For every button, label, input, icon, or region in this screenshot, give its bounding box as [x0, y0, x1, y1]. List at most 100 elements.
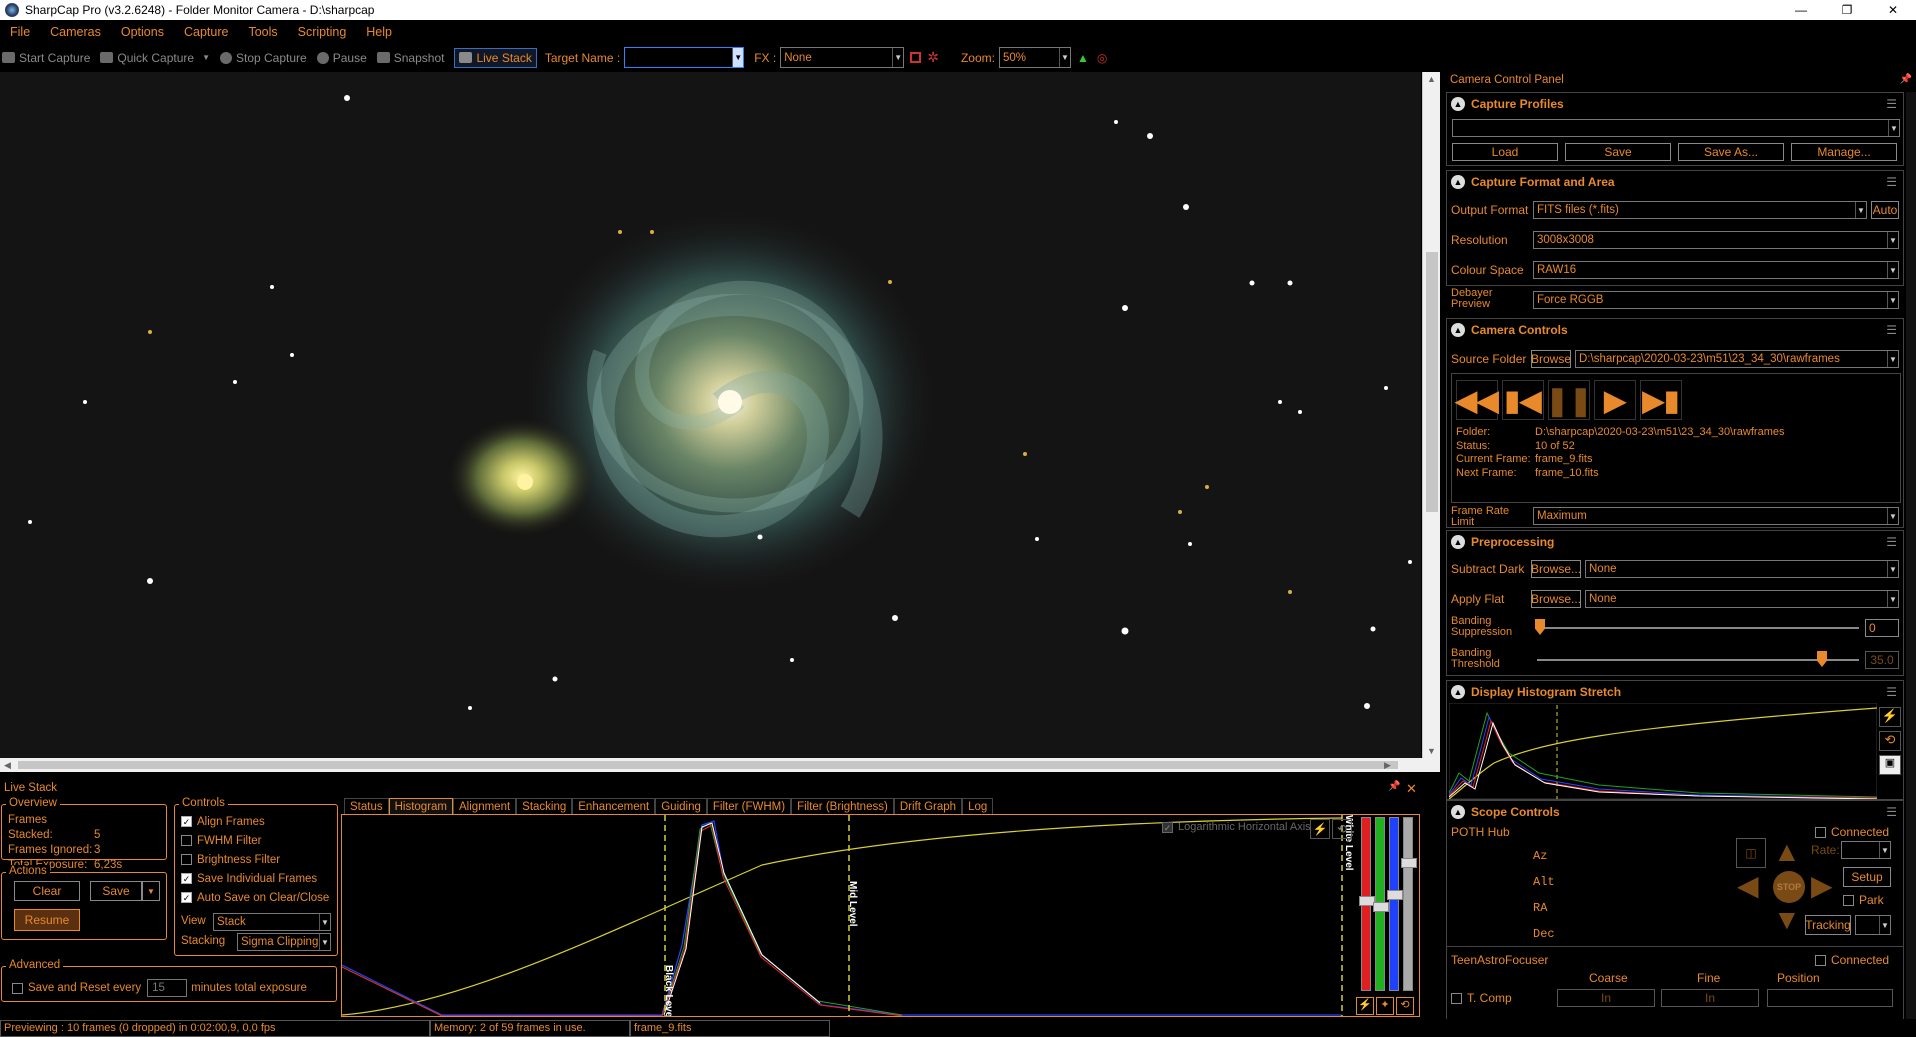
pin-icon[interactable]: 📌	[1900, 74, 1912, 85]
collapse-icon[interactable]: ▲	[1451, 323, 1465, 337]
scroll-left-icon[interactable]: ◀	[4, 760, 11, 771]
manage-profiles-button[interactable]: Manage...	[1791, 143, 1897, 161]
browse-folder-button[interactable]: Browse	[1531, 350, 1571, 368]
minutes-stepper[interactable]: 15	[147, 979, 188, 997]
save-stack-button[interactable]: Save	[90, 881, 142, 901]
reset-icon[interactable]: ⟲	[1332, 819, 1352, 839]
menu-icon[interactable]: ☰	[1886, 175, 1897, 189]
chevron-down-icon[interactable]: ▼	[1888, 120, 1899, 136]
close-button[interactable]: ✕	[1870, 0, 1916, 20]
auto-stretch-icon[interactable]: ⚡	[1879, 707, 1901, 727]
chevron-down-icon[interactable]: ▼	[1887, 262, 1898, 278]
maximize-button[interactable]: ❐	[1824, 0, 1870, 20]
stop-capture-button[interactable]: Stop Capture	[220, 51, 307, 65]
minimize-button[interactable]: —	[1778, 0, 1824, 20]
chevron-down-icon[interactable]: ▼	[1879, 916, 1890, 934]
menu-tools[interactable]: Tools	[248, 25, 277, 39]
level-sliders[interactable]	[1356, 817, 1418, 993]
save-individual-checkbox[interactable]: ✓ Save Individual Frames	[181, 870, 329, 889]
collapse-icon[interactable]: ▲	[1451, 175, 1465, 189]
collapse-icon[interactable]: ▲	[1451, 97, 1465, 111]
chevron-down-icon[interactable]: ▼	[1887, 232, 1898, 248]
collapse-icon[interactable]: ▲	[1451, 685, 1465, 699]
start-capture-button[interactable]: Start Capture	[2, 51, 90, 65]
menu-scripting[interactable]: Scripting	[298, 25, 347, 39]
zoom-select[interactable]: 50% ▼	[998, 47, 1071, 68]
banding-suppression-value[interactable]: 0	[1865, 619, 1899, 637]
stop-slew-button[interactable]: STOP	[1773, 871, 1805, 903]
browse-dark-button[interactable]: Browse...	[1531, 560, 1581, 578]
close-panel-icon[interactable]: ✕	[1406, 781, 1417, 797]
ccp-scrollbar[interactable]	[1906, 92, 1916, 1032]
frame-rate-select[interactable]: Maximum ▼	[1533, 507, 1899, 525]
rate-select[interactable]: ▼	[1841, 841, 1891, 859]
skip-to-end-button[interactable]: ▶▮	[1640, 380, 1682, 420]
banding-suppression-thumb[interactable]	[1535, 619, 1545, 635]
align-frames-checkbox[interactable]: ✓ Align Frames	[181, 813, 329, 832]
target-name-input[interactable]: ▼	[624, 47, 745, 68]
quick-capture-button[interactable]: Quick Capture ▼	[100, 51, 210, 65]
blue-level-slider[interactable]	[1387, 817, 1403, 991]
save-options-dropdown[interactable]: ▼	[142, 881, 160, 901]
lightning-icon[interactable]: ⚡	[1356, 997, 1374, 1015]
banding-threshold-slider[interactable]	[1537, 659, 1859, 661]
collapse-icon[interactable]: ▲	[1451, 535, 1465, 549]
stacking-select[interactable]: Sigma Clipping ▼	[237, 933, 331, 951]
play-button[interactable]: ▶	[1594, 380, 1636, 420]
menu-options[interactable]: Options	[121, 25, 164, 39]
fx-select[interactable]: None ▼	[780, 47, 905, 68]
log-axis-checkbox[interactable]: ✓ Logarithmic Horizontal Axis	[1162, 821, 1311, 833]
image-viewer[interactable]	[0, 72, 1421, 758]
menu-help[interactable]: Help	[366, 25, 392, 39]
west-button[interactable]: ◀	[1737, 871, 1759, 901]
brightness-filter-checkbox[interactable]: Brightness Filter	[181, 851, 329, 870]
tracking-select[interactable]: ▼	[1855, 915, 1891, 935]
banding-threshold-thumb[interactable]	[1817, 651, 1827, 667]
chevron-down-icon[interactable]: ▼	[892, 48, 904, 67]
chevron-down-icon[interactable]: ▼	[1058, 48, 1070, 67]
chevron-down-icon[interactable]: ▼	[1887, 561, 1898, 577]
viewer-horizontal-scrollbar[interactable]: ◀ ▶	[0, 758, 1440, 772]
coarse-in-button[interactable]: In	[1557, 989, 1655, 1007]
histogram-icon[interactable]: ▲	[1077, 51, 1089, 65]
park-checkbox[interactable]: Park	[1843, 893, 1884, 907]
chevron-down-icon[interactable]: ▼	[319, 934, 330, 950]
north-button[interactable]: ▲	[1773, 837, 1801, 867]
chevron-down-icon[interactable]: ▼	[1887, 351, 1898, 367]
crosshair-icon[interactable]: ✲	[927, 49, 939, 66]
live-stack-button[interactable]: Live Stack	[454, 47, 537, 68]
resume-stack-button[interactable]: Resume	[14, 909, 80, 931]
reset-icon[interactable]: ⟲	[1396, 997, 1414, 1015]
chevron-down-icon[interactable]: ▼	[1879, 842, 1890, 858]
chevron-down-icon[interactable]: ▼	[1887, 591, 1898, 607]
profile-select[interactable]: ▼	[1452, 119, 1900, 137]
menu-icon[interactable]: ☰	[1886, 685, 1897, 699]
position-field[interactable]	[1767, 989, 1893, 1007]
auto-stretch-icon[interactable]: ⚡	[1310, 819, 1330, 839]
colour-space-select[interactable]: RAW16 ▼	[1533, 261, 1899, 279]
auto-save-checkbox[interactable]: ✓ Auto Save on Clear/Close	[181, 889, 329, 908]
focus-icon[interactable]: ◎	[1097, 51, 1107, 65]
view-select[interactable]: Stack ▼	[213, 913, 331, 931]
banding-threshold-value[interactable]: 35.0	[1865, 651, 1899, 669]
scroll-right-icon[interactable]: ▶	[1384, 760, 1391, 771]
debayer-select[interactable]: Force RGGB ▼	[1533, 291, 1899, 309]
save-as-profile-button[interactable]: Save As...	[1678, 143, 1784, 161]
skip-to-start-button[interactable]: ▮◀	[1502, 380, 1544, 420]
snapshot-button[interactable]: Snapshot	[376, 51, 444, 65]
menu-icon[interactable]: ☰	[1886, 97, 1897, 111]
viewer-vertical-scrollbar[interactable]: ▲ ▼	[1422, 72, 1440, 758]
menu-capture[interactable]: Capture	[184, 25, 228, 39]
tracking-button[interactable]: Tracking	[1805, 915, 1851, 935]
banding-suppression-slider[interactable]	[1537, 627, 1859, 629]
pause-button[interactable]: Pause	[316, 51, 367, 65]
stack-histogram[interactable]: Black Level Mid Level White Level ✓ Logar…	[341, 814, 1420, 1017]
flat-select[interactable]: None ▼	[1585, 590, 1899, 608]
save-icon[interactable]: ▣	[1879, 755, 1901, 775]
resolution-select[interactable]: 3008x3008 ▼	[1533, 231, 1899, 249]
star-icon[interactable]: ✦	[1376, 997, 1394, 1015]
reset-icon[interactable]: ⟲	[1879, 731, 1901, 751]
scrollbar-thumb[interactable]	[18, 761, 1398, 769]
south-button[interactable]: ▼	[1773, 905, 1801, 935]
green-level-slider[interactable]	[1373, 817, 1389, 991]
